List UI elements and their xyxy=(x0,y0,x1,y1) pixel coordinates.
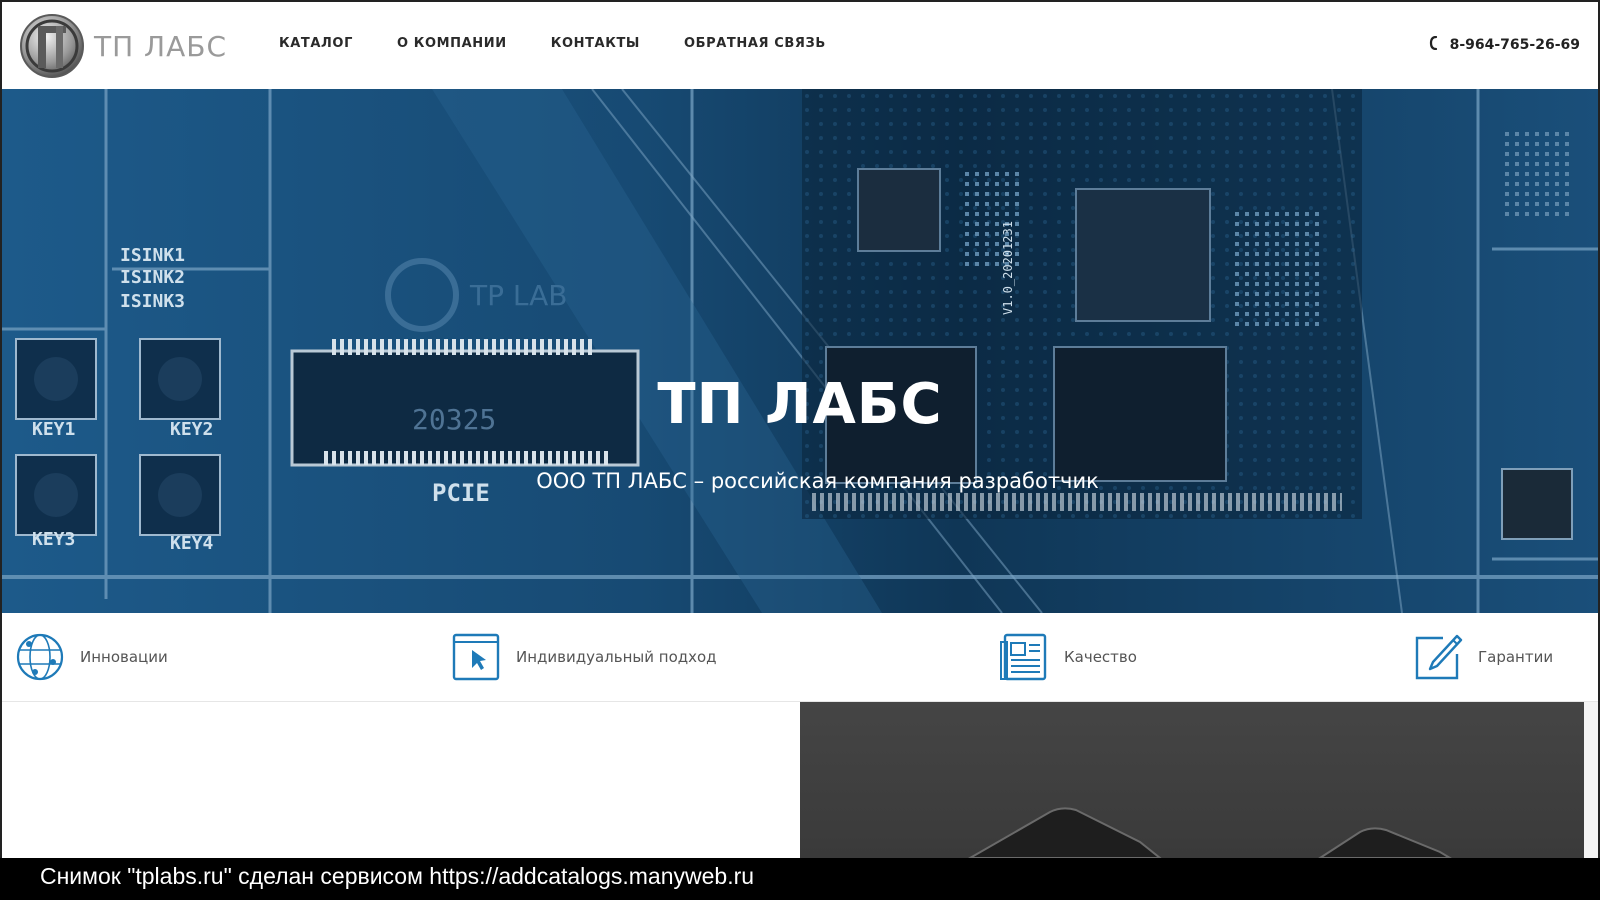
feature-individual: Индивидуальный подход xyxy=(450,631,717,683)
feature-innovations: Инновации xyxy=(14,631,168,683)
board-label-isink2: ISINK2 xyxy=(120,267,185,288)
product-photo xyxy=(800,702,1586,858)
scrollbar-track[interactable] xyxy=(1584,702,1598,858)
screenshot-watermark: Снимок "tplabs.ru" сделан сервисом https… xyxy=(0,858,1600,900)
nav-item-catalog[interactable]: КАТАЛОГ xyxy=(279,36,353,51)
board-label-key4: KEY4 xyxy=(170,533,214,554)
pencil-edit-icon xyxy=(1412,631,1464,683)
board-label-isink1: ISINK1 xyxy=(120,245,185,266)
features-strip: Инновации Индивидуальный подход Качество xyxy=(2,613,1598,702)
header-phone[interactable]: 8-964-765-26-69 xyxy=(1428,35,1580,54)
feature-label: Качество xyxy=(1064,648,1137,666)
phone-icon xyxy=(1428,35,1440,54)
hero-banner: ISINK1 ISINK2 ISINK3 KEY1 KEY2 KEY3 KEY4… xyxy=(2,89,1598,613)
feature-label: Инновации xyxy=(80,648,168,666)
globe-network-icon xyxy=(14,631,66,683)
window-frame-left xyxy=(0,0,2,858)
nav-item-feedback[interactable]: ОБРАТНАЯ СВЯЗЬ xyxy=(684,36,826,51)
board-version: V1.0_20201231 xyxy=(1001,221,1015,315)
feature-quality: Качество xyxy=(998,631,1137,683)
logo-text: ТП ЛАБС xyxy=(94,29,228,63)
hero-title: ТП ЛАБС xyxy=(657,372,943,437)
site-logo[interactable]: ТП ЛАБС xyxy=(18,12,227,80)
nav-item-about[interactable]: О КОМПАНИИ xyxy=(397,36,507,51)
logo-mark-icon xyxy=(18,12,86,80)
board-label-isink3: ISINK3 xyxy=(120,291,185,312)
board-label-key3: KEY3 xyxy=(32,529,75,550)
site-header: ТП ЛАБС КАТАЛОГ О КОМПАНИИ КОНТАКТЫ ОБРА… xyxy=(0,0,1600,89)
feature-label: Индивидуальный подход xyxy=(516,648,717,666)
hero-subtitle: ООО ТП ЛАБС – российская компания разраб… xyxy=(536,469,1099,493)
board-silk-logo: TP LAB xyxy=(469,279,568,312)
circuit-board-image: ISINK1 ISINK2 ISINK3 KEY1 KEY2 KEY3 KEY4… xyxy=(2,89,1598,613)
document-list-icon xyxy=(998,631,1050,683)
feature-label: Гарантии xyxy=(1478,648,1554,666)
nav-item-contacts[interactable]: КОНТАКТЫ xyxy=(551,36,640,51)
cursor-window-icon xyxy=(450,631,502,683)
feature-guarantees: Гарантии xyxy=(1412,631,1553,683)
phone-number: 8-964-765-26-69 xyxy=(1449,37,1580,53)
main-nav: КАТАЛОГ О КОМПАНИИ КОНТАКТЫ ОБРАТНАЯ СВЯ… xyxy=(279,36,870,51)
about-section xyxy=(2,702,1598,858)
